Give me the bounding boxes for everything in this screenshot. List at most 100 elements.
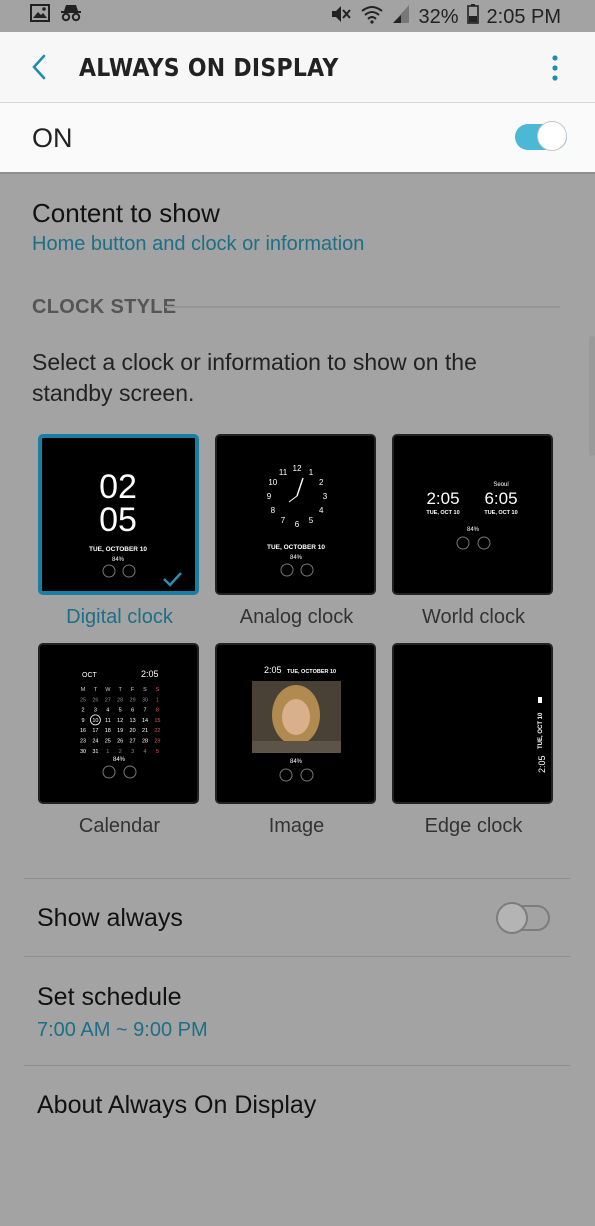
clock-option-world[interactable]: Seoul 2:05 6:05 TUE, OCT 10 TUE, OCT 10 … xyxy=(392,434,553,595)
toggle-knob xyxy=(537,121,567,151)
calendar-day: 5 xyxy=(156,749,159,755)
calendar-preview: OCT 2:05 M T W T F S S25 26 27 28 29 30 12 3 4 5 6 7 89 10 1… xyxy=(80,669,160,779)
analog-numeral: 12 xyxy=(293,464,302,473)
preview-battery: 84% xyxy=(113,757,126,763)
image-date: TUE, OCTOBER 10 xyxy=(287,669,336,675)
calendar-day: 2 xyxy=(81,708,84,714)
calendar-day: 30 xyxy=(80,749,86,755)
calendar-day: 11 xyxy=(105,718,111,724)
preview-battery: 84% xyxy=(112,557,125,563)
chevron-left-icon xyxy=(32,54,46,80)
message-icon xyxy=(122,564,136,578)
message-icon xyxy=(477,536,491,550)
calendar-day: 14 xyxy=(142,718,148,724)
back-button[interactable] xyxy=(24,50,58,84)
calendar-day: 1 xyxy=(106,749,109,755)
clock-option-image[interactable]: 2:05 TUE, OCTOBER 10 84% xyxy=(215,643,376,804)
calendar-day: 2 xyxy=(119,749,122,755)
calendar-weekday: S xyxy=(156,687,160,693)
digital-clock-preview: 02 05 TUE, OCTOBER 10 84% xyxy=(89,468,182,587)
analog-clock-preview: 12 12 3 45678 9 1011 TUE, OCTOBER 10 84% xyxy=(267,464,328,577)
about-label: About Always On Display xyxy=(37,1091,317,1119)
clock-option-digital[interactable]: 02 05 TUE, OCTOBER 10 84% xyxy=(38,434,199,595)
master-switch-row[interactable]: ON xyxy=(0,103,595,174)
edge-clock-preview: TUE, OCT 10 2:05 xyxy=(537,697,547,773)
edge-time: 2:05 xyxy=(537,755,547,773)
missed-call-icon xyxy=(279,768,293,782)
missed-call-icon xyxy=(102,765,116,779)
incognito-icon xyxy=(60,4,82,28)
world-city: Seoul xyxy=(493,482,508,488)
image-clock-preview: 2:05 TUE, OCTOBER 10 84% xyxy=(252,665,341,782)
battery-level: 32% xyxy=(418,5,459,28)
battery-icon xyxy=(466,4,479,30)
calendar-day: 20 xyxy=(130,728,136,734)
calendar-month: OCT xyxy=(82,672,98,679)
clock-option-label: Analog clock xyxy=(239,606,354,628)
gallery-icon xyxy=(30,4,50,28)
wifi-icon xyxy=(360,4,384,30)
missed-call-icon xyxy=(102,564,116,578)
clock-option-label: Digital clock xyxy=(66,606,173,628)
content-to-show-title: Content to show xyxy=(32,198,220,228)
signal-icon xyxy=(392,4,410,30)
preview-battery: 84% xyxy=(290,759,303,765)
show-always-toggle[interactable] xyxy=(496,902,552,934)
divider xyxy=(24,878,570,879)
minute-hand xyxy=(288,495,298,503)
master-switch-label: ON xyxy=(32,123,73,153)
message-icon xyxy=(123,765,137,779)
calendar-day: 19 xyxy=(117,728,123,734)
toggle-knob xyxy=(496,902,528,934)
calendar-day: 26 xyxy=(92,697,98,703)
more-vert-icon xyxy=(552,55,558,81)
calendar-day: 29 xyxy=(130,697,136,703)
calendar-day: 13 xyxy=(130,718,136,724)
calendar-day: 24 xyxy=(92,739,98,745)
clock-style-description: Select a clock or information to show on… xyxy=(32,349,477,406)
calendar-day: 1 xyxy=(156,697,159,703)
calendar-day: 27 xyxy=(105,697,111,703)
analog-numeral: 7 xyxy=(281,516,286,525)
set-schedule-label: Set schedule xyxy=(37,983,182,1011)
mute-icon xyxy=(330,4,352,30)
calendar-day: 7 xyxy=(143,708,146,714)
calendar-day: 3 xyxy=(131,749,134,755)
calendar-day: 21 xyxy=(142,728,148,734)
calendar-day: 18 xyxy=(105,728,111,734)
scrollbar[interactable] xyxy=(589,336,595,456)
analog-numeral: 5 xyxy=(309,516,314,525)
missed-call-icon xyxy=(456,536,470,550)
clock-option-calendar[interactable]: OCT 2:05 M T W T F S S 25 26 27 28 29 30 1 2 3 4 5 6 7 8 9 10 1… xyxy=(38,643,199,804)
analog-numeral: 4 xyxy=(319,506,324,515)
clock-option-edge[interactable]: TUE, OCT 10 2:05 xyxy=(392,643,553,804)
message-icon xyxy=(300,768,314,782)
calendar-day: 3 xyxy=(94,708,97,714)
calendar-weekday: T xyxy=(119,687,123,693)
clock-style-header: CLOCK STYLE xyxy=(32,296,177,318)
portrait-photo xyxy=(252,681,341,753)
calendar-day: 15 xyxy=(154,718,160,724)
world-date-remote: TUE, OCT 10 xyxy=(484,510,517,516)
check-icon xyxy=(163,572,182,587)
schedule-value: 7:00 AM ~ 9:00 PM xyxy=(37,1019,208,1041)
page-title: ALWAYS ON DISPLAY xyxy=(79,53,339,82)
message-icon xyxy=(300,563,314,577)
master-toggle[interactable] xyxy=(513,121,569,153)
world-clock-preview: Seoul 2:05 6:05 TUE, OCT 10 TUE, OCT 10 … xyxy=(426,482,518,550)
more-options-button[interactable] xyxy=(545,54,565,82)
status-bar: 32% 2:05 PM xyxy=(0,0,595,32)
calendar-day: 25 xyxy=(80,697,86,703)
calendar-day: 29 xyxy=(154,739,160,745)
analog-numeral: 6 xyxy=(295,520,300,529)
world-time-local: 2:05 xyxy=(426,489,459,508)
preview-date: TUE, OCTOBER 10 xyxy=(89,546,147,553)
clock-option-analog[interactable]: 12 1 2 3 4 5 6 7 8 9 10 11 TUE, OCTOBER 10 84% xyxy=(215,434,376,595)
calendar-day: 23 xyxy=(80,739,86,745)
clock-option-label: Edge clock xyxy=(424,815,523,837)
clock-option-label: Calendar xyxy=(78,815,161,837)
calendar-day: 30 xyxy=(142,697,148,703)
calendar-day: 10 xyxy=(92,718,98,724)
calendar-day: 8 xyxy=(156,708,159,714)
world-date-local: TUE, OCT 10 xyxy=(426,510,459,516)
